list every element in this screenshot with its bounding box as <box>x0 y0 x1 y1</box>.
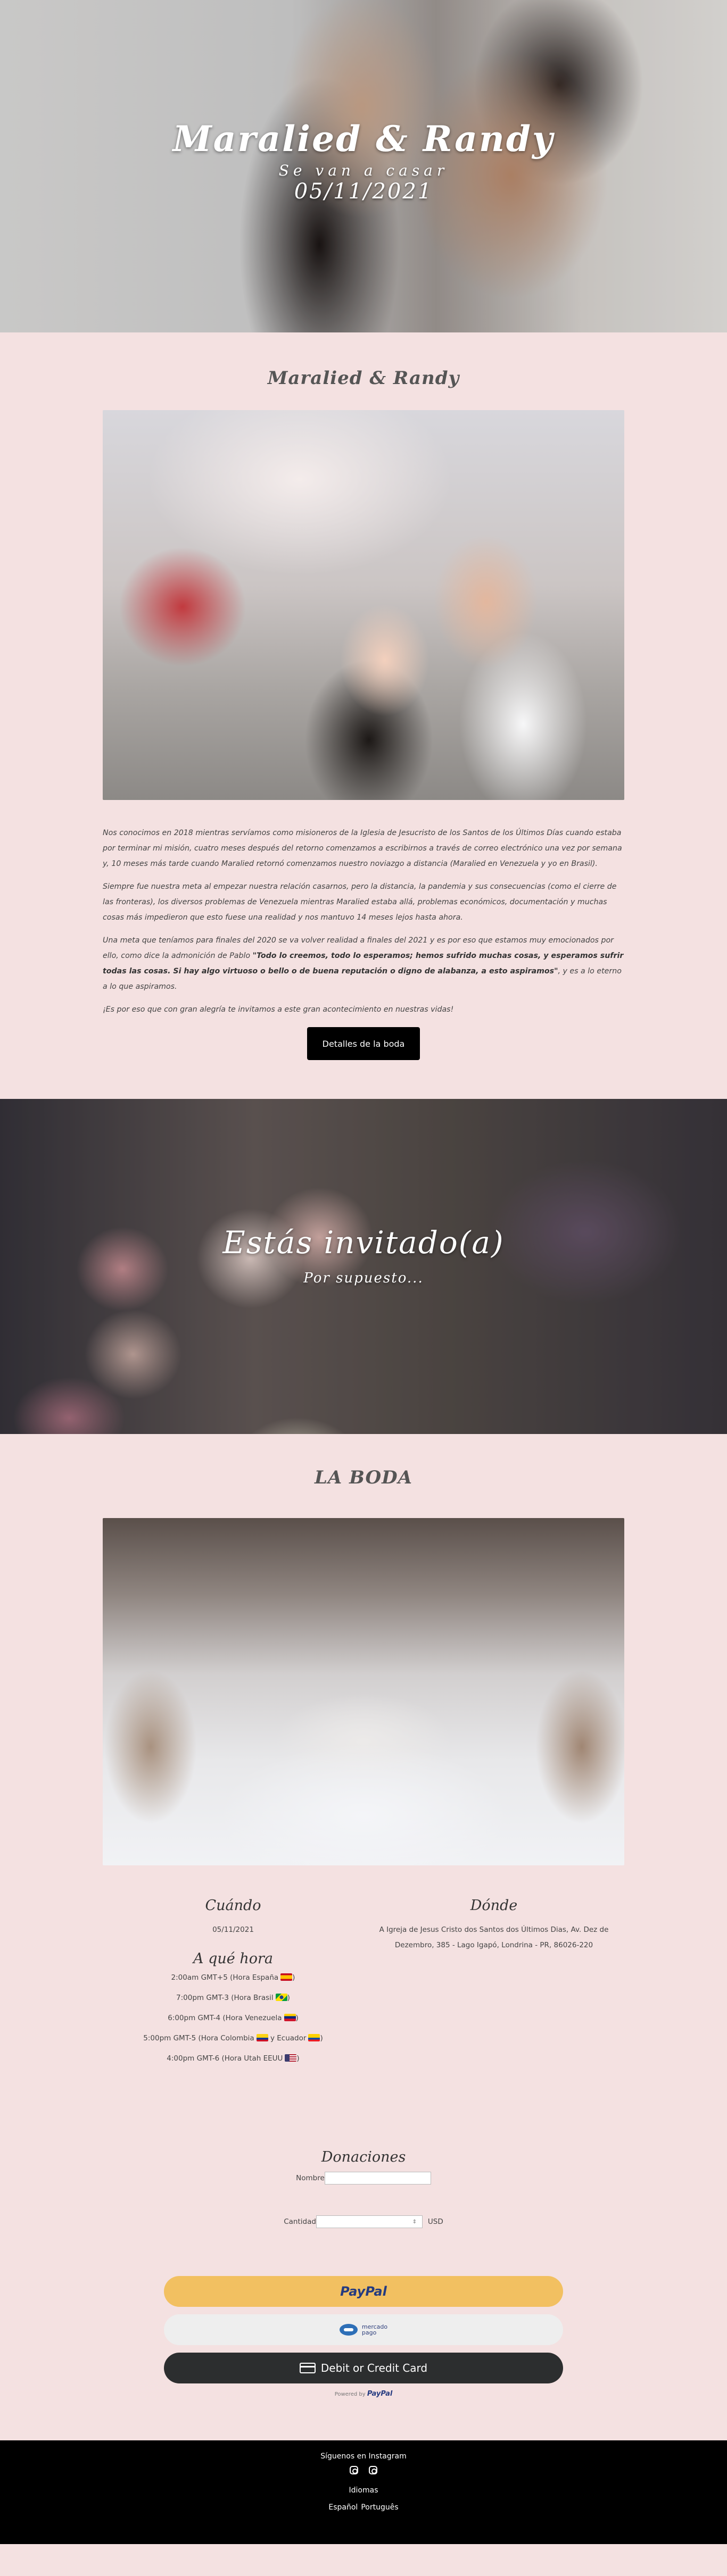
time-item: 6:00pm GMT-4 (Hora Venezuela) <box>168 2014 299 2022</box>
language-link-pt[interactable]: Português <box>361 2503 398 2512</box>
amount-row: Cantidad ⇕ USD <box>0 2215 727 2228</box>
currency-label: USD <box>427 2217 443 2226</box>
footer: Síguenos en Instagram Idiomas Español Por… <box>0 2440 727 2544</box>
powered-brand: PayPal <box>367 2390 393 2398</box>
wedding-section: LA BODA Cuándo 05/11/2021 A qué hora 2:0… <box>0 1434 727 2074</box>
donations-section: Donaciones Nombre Cantidad ⇕ USD PayPal … <box>0 2074 727 2398</box>
story-text: Nos conocimos en 2018 mientras servíamos… <box>103 826 624 1018</box>
mercado-pago-text: mercado pago <box>362 2324 387 2336</box>
hero-title: Maralied & Randy <box>172 118 555 160</box>
amount-input[interactable] <box>316 2215 423 2228</box>
story-paragraph: Nos conocimos en 2018 mientras servíamos… <box>103 829 622 868</box>
name-label: Nombre <box>296 2174 325 2182</box>
mercado-pago-button[interactable]: mercado pago <box>164 2314 563 2345</box>
powered-label: Powered by <box>334 2391 366 2397</box>
language-links: Español Português <box>0 2503 727 2512</box>
handshake-icon <box>339 2324 358 2336</box>
brazil-flag-icon <box>275 1994 287 2001</box>
time-item: 4:00pm GMT-6 (Hora Utah EEUU) <box>167 2054 300 2063</box>
hero-section: Maralied & Randy Se van a casar 05/11/20… <box>0 0 727 332</box>
when-heading: Cuándo <box>205 1897 261 1914</box>
powered-by: Powered by PayPal <box>0 2390 727 2398</box>
pago-line: pago <box>361 2329 377 2336</box>
address-line: Dezembro, 385 - Lago Igapó, Londrina - P… <box>394 1941 593 1949</box>
time-item: 7:00pm GMT-3 (Hora Brasil) <box>176 1994 290 2002</box>
time-item: 2:00am GMT+5 (Hora España) <box>171 1973 295 1982</box>
mercado-pago-logo: mercado pago <box>339 2324 387 2336</box>
colombia-flag-icon <box>256 2034 268 2041</box>
card-button[interactable]: Debit or Credit Card <box>164 2353 563 2383</box>
invite-title: Estás invitado(a) <box>222 1224 505 1261</box>
time-list: 2:00am GMT+5 (Hora España) 7:00pm GMT-3 … <box>103 1973 363 2063</box>
languages-label: Idiomas <box>349 2486 378 2495</box>
where-heading: Dónde <box>470 1897 518 1914</box>
story-paragraph: Una meta que teníamos para finales del 2… <box>103 933 624 995</box>
instagram-icon[interactable] <box>350 2466 358 2474</box>
hero-subtitle: Se van a casar <box>278 162 449 179</box>
usa-flag-icon <box>285 2054 297 2062</box>
spain-flag-icon <box>280 1973 293 1981</box>
address-line: A Igreja de Jesus Cristo dos Santos dos … <box>379 1925 609 1934</box>
wedding-details: Cuándo 05/11/2021 A qué hora 2:00am GMT+… <box>103 1897 624 2074</box>
story-title: Maralied & Randy <box>267 368 460 389</box>
invite-subtitle: Por supuesto... <box>303 1270 424 1286</box>
venezuela-flag-icon <box>284 2014 296 2021</box>
time-text: 4:00pm GMT-6 (Hora Utah EEUU <box>167 2054 283 2063</box>
instagram-follow-text: Síguenos en Instagram <box>320 2452 407 2461</box>
hero-date: 05/11/2021 <box>294 179 433 204</box>
time-text: 6:00pm GMT-4 (Hora Venezuela <box>168 2014 282 2022</box>
credit-card-icon <box>299 2363 316 2373</box>
invite-text: Estás invitado(a) Por supuesto... <box>0 1224 727 1286</box>
amount-stepper-icon[interactable]: ⇕ <box>410 2219 419 2225</box>
story-paragraph: ¡Es por eso que con gran alegría te invi… <box>103 1005 454 1014</box>
ecuador-text: y Ecuador <box>270 2034 307 2043</box>
couple-photo <box>103 410 624 800</box>
when-date: 05/11/2021 <box>212 1925 254 1934</box>
name-input[interactable] <box>324 2172 431 2185</box>
invite-banner: Estás invitado(a) Por supuesto... <box>0 1099 727 1434</box>
wedding-title: LA BODA <box>315 1467 412 1488</box>
donations-title: Donaciones <box>321 2149 406 2165</box>
time-item: 5:00pm GMT-5 (Hora Colombia y Ecuador) <box>143 2034 323 2043</box>
paypal-label: PayPal <box>340 2284 387 2299</box>
when-column: Cuándo 05/11/2021 A qué hora 2:00am GMT+… <box>103 1897 363 2074</box>
ecuador-flag-icon <box>308 2034 320 2041</box>
wedding-details-button[interactable]: Detalles de la boda <box>307 1027 420 1060</box>
language-link-es[interactable]: Español <box>328 2503 358 2512</box>
hero-text: Maralied & Randy Se van a casar 05/11/20… <box>0 118 727 204</box>
paypal-button[interactable]: PayPal <box>164 2276 563 2307</box>
amount-label: Cantidad <box>284 2217 316 2226</box>
time-text: 7:00pm GMT-3 (Hora Brasil <box>176 1994 274 2002</box>
time-heading: A qué hora <box>193 1950 273 1967</box>
instagram-icons <box>0 2466 727 2474</box>
name-row: Nombre <box>0 2172 727 2185</box>
card-label: Debit or Credit Card <box>320 2362 428 2374</box>
venue-photo <box>103 1518 624 1865</box>
time-text: 5:00pm GMT-5 (Hora Colombia <box>143 2034 254 2043</box>
story-paragraph: Siempre fue nuestra meta al empezar nues… <box>103 882 617 922</box>
story-section: Maralied & Randy Nos conocimos en 2018 m… <box>0 332 727 1060</box>
where-column: Dónde A Igreja de Jesus Cristo dos Santo… <box>363 1897 624 2074</box>
instagram-icon[interactable] <box>369 2466 377 2474</box>
time-text: 2:00am GMT+5 (Hora España <box>171 1973 279 1982</box>
